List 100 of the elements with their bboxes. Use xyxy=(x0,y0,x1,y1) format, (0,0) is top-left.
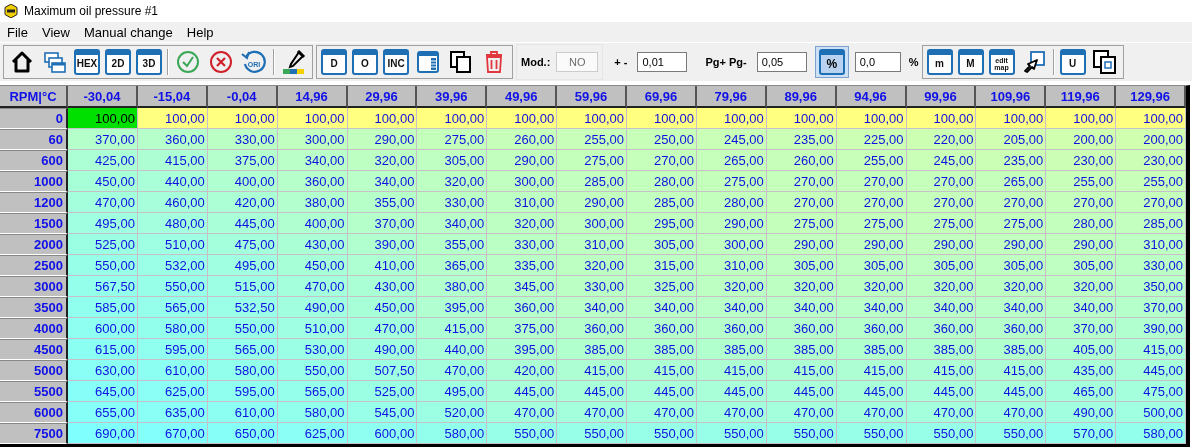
table-cell[interactable]: 330,00 xyxy=(207,129,278,150)
table-cell[interactable]: 550,00 xyxy=(487,423,558,444)
table-cell[interactable]: 320,00 xyxy=(766,276,837,297)
table-cell[interactable]: 320,00 xyxy=(976,276,1047,297)
table-cell[interactable]: 100,00 xyxy=(906,108,977,129)
table-cell[interactable]: 565,00 xyxy=(137,297,208,318)
table-cell[interactable]: 370,00 xyxy=(347,213,418,234)
table-cell[interactable]: 550,00 xyxy=(766,423,837,444)
table-cell[interactable]: 200,00 xyxy=(1116,129,1186,150)
table-cell[interactable]: 290,00 xyxy=(836,234,907,255)
table-cell[interactable]: 445,00 xyxy=(557,381,627,402)
table-cell[interactable]: 490,00 xyxy=(347,339,418,360)
table-cell[interactable]: 400,00 xyxy=(277,213,348,234)
table-cell[interactable]: 280,00 xyxy=(1046,213,1117,234)
table-cell[interactable]: 450,00 xyxy=(347,297,418,318)
table-cell[interactable]: 255,00 xyxy=(1046,171,1117,192)
table-cell[interactable]: 395,00 xyxy=(487,339,558,360)
table-cell[interactable]: 470,00 xyxy=(277,276,348,297)
table-cell[interactable]: 270,00 xyxy=(627,150,697,171)
table-cell[interactable]: 335,00 xyxy=(487,255,558,276)
table-cell[interactable]: 325,00 xyxy=(627,276,697,297)
table-cell[interactable]: 615,00 xyxy=(68,339,138,360)
table-cell[interactable]: 390,00 xyxy=(347,234,418,255)
table-cell[interactable]: 385,00 xyxy=(557,339,627,360)
panel-button[interactable] xyxy=(414,48,442,76)
table-cell[interactable]: 340,00 xyxy=(976,297,1047,318)
table-cell[interactable]: 520,00 xyxy=(417,402,488,423)
table-cell[interactable]: 270,00 xyxy=(906,192,977,213)
check-circle-button[interactable] xyxy=(174,48,202,76)
table-cell[interactable]: 310,00 xyxy=(557,234,627,255)
table-cell[interactable]: 270,00 xyxy=(766,192,837,213)
table-cell[interactable]: 380,00 xyxy=(417,276,488,297)
table-cell[interactable]: 315,00 xyxy=(627,255,697,276)
menu-item[interactable]: File xyxy=(0,24,35,40)
table-cell[interactable]: 580,00 xyxy=(277,402,348,423)
table-cell[interactable]: 470,00 xyxy=(836,402,907,423)
table-cell[interactable]: 300,00 xyxy=(696,234,767,255)
table-cell[interactable]: 550,00 xyxy=(277,360,348,381)
table-cell[interactable]: 340,00 xyxy=(557,297,627,318)
table-cell[interactable]: 305,00 xyxy=(627,234,697,255)
table-cell[interactable]: 300,00 xyxy=(277,129,348,150)
table-cell[interactable]: 550,00 xyxy=(627,423,697,444)
table-cell[interactable]: 415,00 xyxy=(696,360,767,381)
table-cell[interactable]: 285,00 xyxy=(627,192,697,213)
table-cell[interactable]: 245,00 xyxy=(696,129,767,150)
table-cell[interactable]: 360,00 xyxy=(976,318,1047,339)
table-cell[interactable]: 550,00 xyxy=(836,423,907,444)
table-cell[interactable]: 532,00 xyxy=(137,255,208,276)
table-cell[interactable]: 385,00 xyxy=(976,339,1047,360)
table-cell[interactable]: 470,00 xyxy=(557,402,627,423)
table-cell[interactable]: 445,00 xyxy=(207,213,278,234)
table-cell[interactable]: 375,00 xyxy=(487,318,558,339)
table-cell[interactable]: 205,00 xyxy=(976,129,1047,150)
table-cell[interactable]: 360,00 xyxy=(836,318,907,339)
table-cell[interactable]: 507,50 xyxy=(347,360,418,381)
table-cell[interactable]: 285,00 xyxy=(557,171,627,192)
table-cell[interactable]: 370,00 xyxy=(68,129,138,150)
table-cell[interactable]: 650,00 xyxy=(207,423,278,444)
table-cell[interactable]: 255,00 xyxy=(557,129,627,150)
table-cell[interactable]: 445,00 xyxy=(487,381,558,402)
table-cell[interactable]: 410,00 xyxy=(347,255,418,276)
table-cell[interactable]: 420,00 xyxy=(207,192,278,213)
table-cell[interactable]: 360,00 xyxy=(137,129,208,150)
table-cell[interactable]: 100,00 xyxy=(347,108,418,129)
table-cell[interactable]: 330,00 xyxy=(557,276,627,297)
table-cell[interactable]: 360,00 xyxy=(766,318,837,339)
table-cell[interactable]: 100,00 xyxy=(1116,108,1186,129)
menu-item[interactable]: Manual change xyxy=(76,24,180,40)
table-cell[interactable]: 595,00 xyxy=(207,381,278,402)
table-cell[interactable]: 415,00 xyxy=(557,360,627,381)
table-cell[interactable]: 275,00 xyxy=(417,129,488,150)
table-cell[interactable]: 470,00 xyxy=(627,402,697,423)
table-cell[interactable]: 230,00 xyxy=(1116,150,1186,171)
table-cell[interactable]: 275,00 xyxy=(557,150,627,171)
table-cell[interactable]: 625,00 xyxy=(277,423,348,444)
table-cell[interactable]: 330,00 xyxy=(487,234,558,255)
table-cell[interactable]: 355,00 xyxy=(347,192,418,213)
table-cell[interactable]: 275,00 xyxy=(766,213,837,234)
table-cell[interactable]: 340,00 xyxy=(1046,297,1117,318)
table-cell[interactable]: 610,00 xyxy=(207,402,278,423)
table-cell[interactable]: 360,00 xyxy=(627,318,697,339)
table-cell[interactable]: 255,00 xyxy=(1116,171,1186,192)
table-cell[interactable]: 475,00 xyxy=(1116,381,1186,402)
table-cell[interactable]: 380,00 xyxy=(277,192,348,213)
table-cell[interactable]: 450,00 xyxy=(277,255,348,276)
table-cell[interactable]: 445,00 xyxy=(836,381,907,402)
table-cell[interactable]: 100,00 xyxy=(137,108,208,129)
table-cell[interactable]: 340,00 xyxy=(627,297,697,318)
table-cell[interactable]: 295,00 xyxy=(627,213,697,234)
table-cell[interactable]: 290,00 xyxy=(976,234,1047,255)
table-cell[interactable]: 245,00 xyxy=(906,150,977,171)
table-cell[interactable]: 470,00 xyxy=(976,402,1047,423)
table-cell[interactable]: 550,00 xyxy=(976,423,1047,444)
table-cell[interactable]: 100,00 xyxy=(836,108,907,129)
table-cell[interactable]: 415,00 xyxy=(417,318,488,339)
table-cell[interactable]: 465,00 xyxy=(1046,381,1117,402)
table-cell[interactable]: 345,00 xyxy=(487,276,558,297)
table-cell[interactable]: 550,00 xyxy=(68,255,138,276)
table-cell[interactable]: 415,00 xyxy=(1116,339,1186,360)
table-cell[interactable]: 430,00 xyxy=(347,276,418,297)
